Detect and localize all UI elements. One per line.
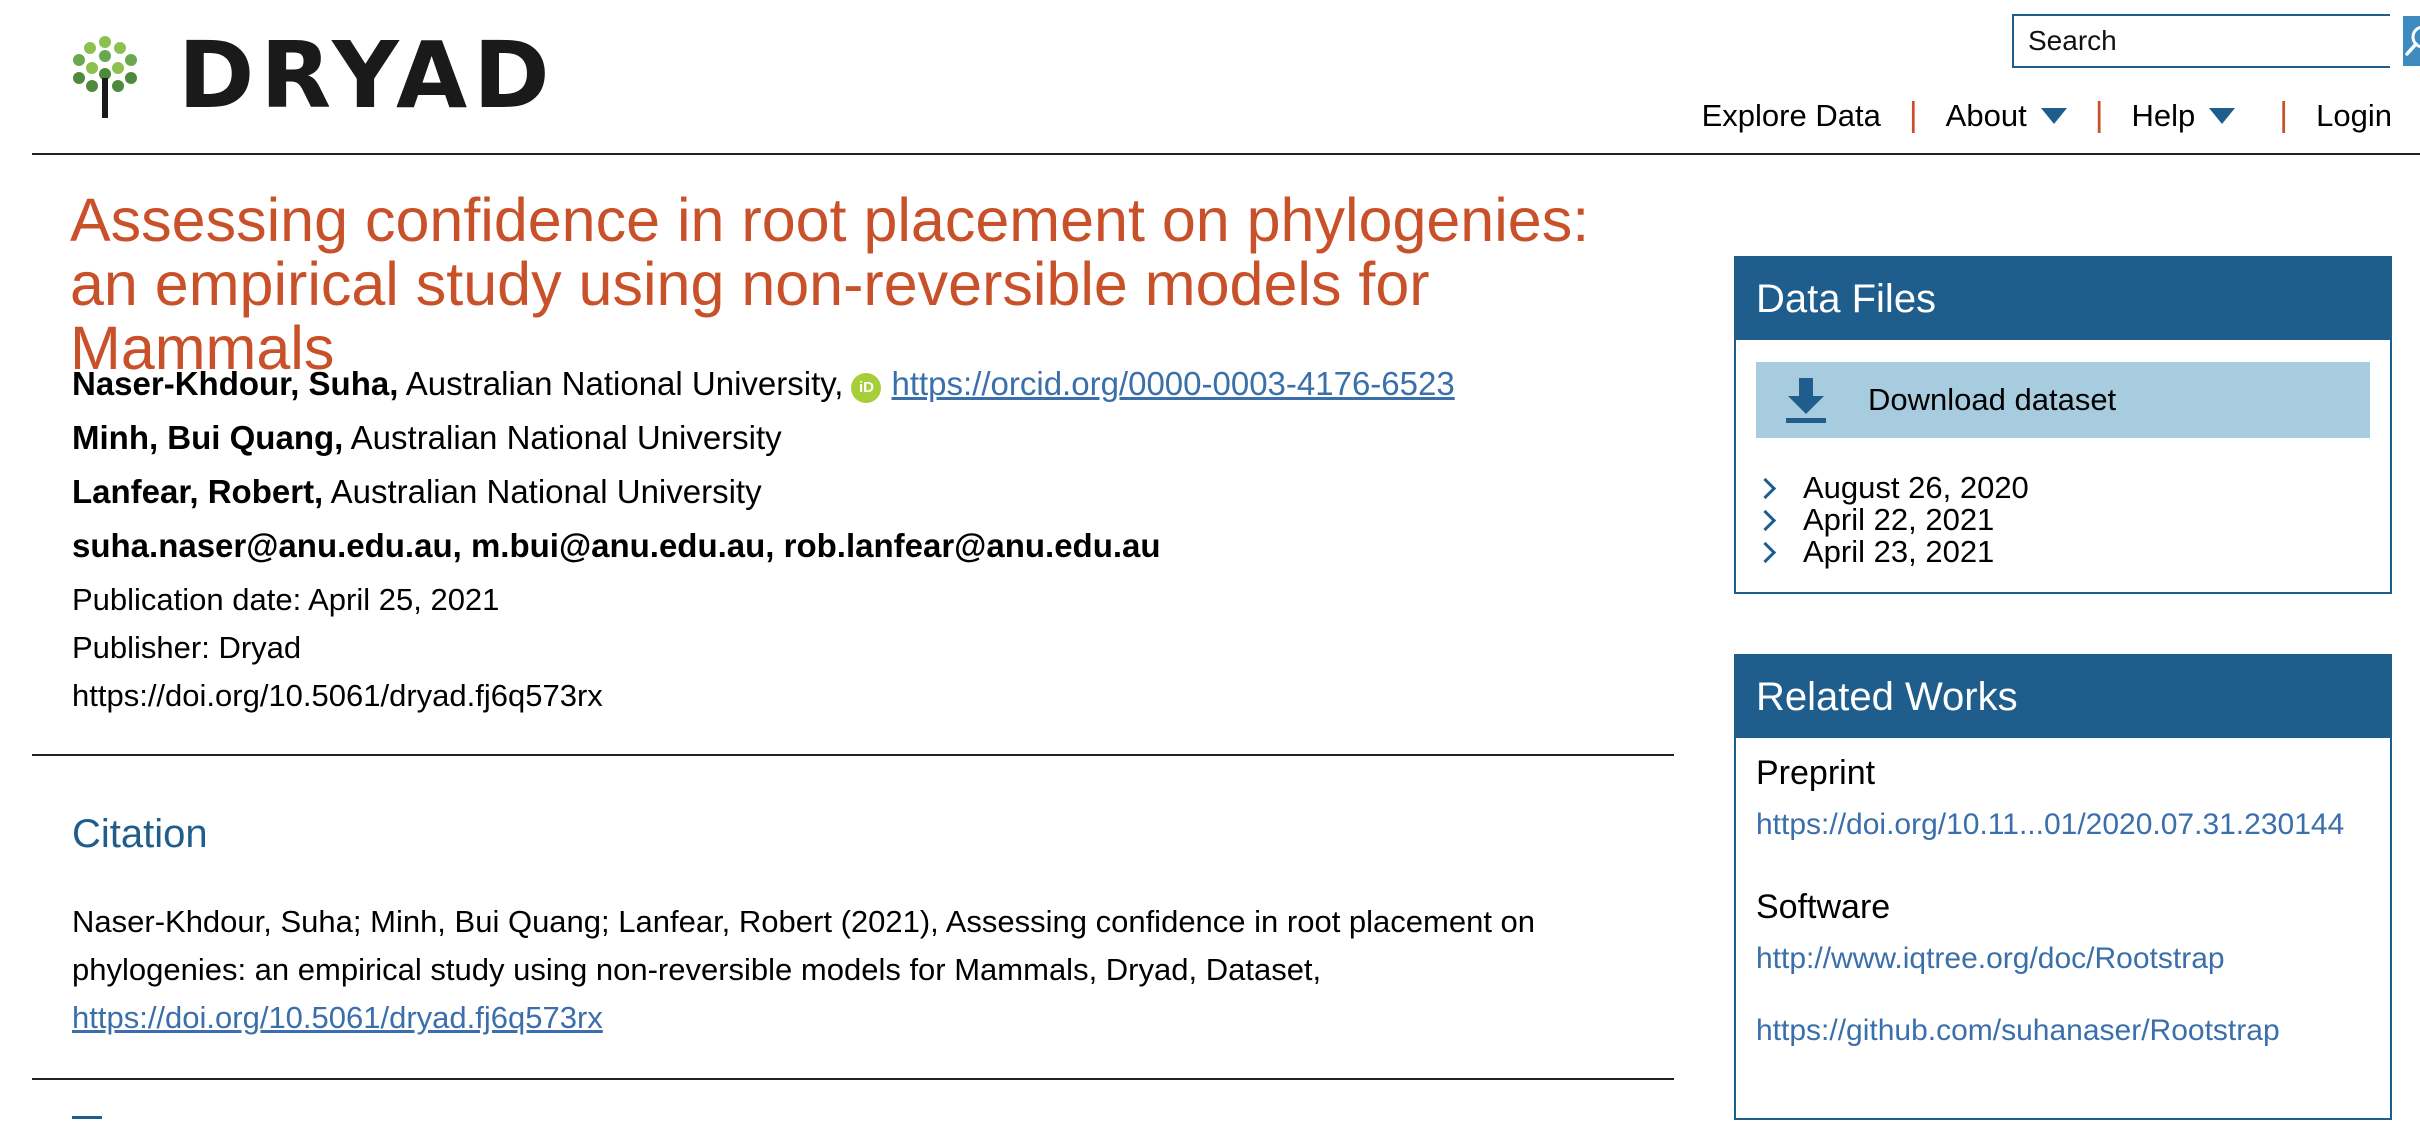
version-date: April 22, 2021 [1803, 502, 1995, 537]
nav-about[interactable]: About [1946, 98, 2067, 134]
author-name: Minh, Bui Quang, [72, 419, 344, 456]
author-affiliation: Australian National University [323, 473, 762, 510]
version-item[interactable]: April 22, 2021 [1754, 502, 1995, 537]
logo-wordmark: DRYAD [178, 22, 556, 129]
dataset-title: Assessing confidence in root placement o… [70, 186, 1590, 382]
tree-logo-icon [73, 36, 137, 118]
publication-date: Publication date: April 25, 2021 [72, 582, 500, 617]
chevron-right-icon [1754, 541, 1777, 563]
dryad-logo[interactable]: DRYAD [70, 30, 556, 122]
version-item[interactable]: April 23, 2021 [1754, 534, 1995, 569]
software-label: Software [1756, 888, 1891, 926]
chevron-right-icon [1754, 509, 1777, 531]
section-divider [32, 1078, 1674, 1080]
author-line: Lanfear, Robert, Australian National Uni… [72, 472, 762, 512]
triangle-down-icon [2040, 107, 2067, 124]
nav-help-label: Help [2131, 97, 2196, 133]
author-affiliation: Australian National University, [398, 365, 844, 402]
citation-heading: Citation [72, 812, 208, 856]
citation-text: Naser-Khdour, Suha; Minh, Bui Quang; Lan… [72, 904, 1536, 987]
search-icon [2405, 25, 2420, 56]
author-name: Lanfear, Robert, [72, 473, 324, 510]
nav-explore-data[interactable]: Explore Data [1702, 98, 1881, 134]
header-divider [32, 153, 2420, 155]
search-button[interactable] [2403, 16, 2420, 66]
triangle-down-icon [2209, 107, 2236, 124]
orcid-icon: iD [851, 373, 882, 403]
software-link[interactable]: http://www.iqtree.org/doc/Rootstrap [1756, 942, 2225, 976]
preprint-link[interactable]: https://doi.org/10.11...01/2020.07.31.23… [1756, 808, 2344, 842]
nav-separator: | [1908, 96, 1918, 134]
chevron-right-icon [1754, 477, 1777, 499]
search-input[interactable] [2014, 16, 2403, 66]
version-item[interactable]: August 26, 2020 [1754, 470, 2029, 505]
author-emails: suha.naser@anu.edu.au, m.bui@anu.edu.au,… [72, 527, 1161, 564]
software-link[interactable]: https://github.com/suhanaser/Rootstrap [1756, 1014, 2280, 1048]
download-dataset-label: Download dataset [1868, 382, 2117, 417]
version-date: April 23, 2021 [1803, 534, 1995, 569]
nav-login[interactable]: Login [2316, 98, 2392, 134]
orcid-link[interactable]: https://orcid.org/0000-0003-4176-6523 [891, 365, 1454, 402]
version-date: August 26, 2020 [1803, 470, 2029, 505]
publisher: Publisher: Dryad [72, 630, 302, 665]
nav-separator: | [2279, 96, 2289, 134]
download-dataset-button[interactable]: Download dataset [1756, 362, 2370, 438]
author-line: Minh, Bui Quang, Australian National Uni… [72, 418, 782, 458]
nav-separator: | [2094, 96, 2104, 134]
author-affiliation: Australian National University [343, 419, 782, 456]
related-works-panel: Related Works Preprint https://doi.org/1… [1734, 654, 2392, 1120]
download-icon [1786, 378, 1826, 423]
related-works-heading: Related Works [1736, 656, 2390, 738]
nav-help[interactable]: Help [2132, 98, 2236, 134]
citation-text-block: Naser-Khdour, Suha; Minh, Bui Quang; Lan… [72, 898, 1672, 1042]
nav-about-label: About [1945, 97, 2027, 133]
next-section-heading-clipped [72, 1112, 142, 1125]
section-divider [32, 754, 1674, 756]
dataset-doi: https://doi.org/10.5061/dryad.fj6q573rx [72, 678, 603, 713]
main-nav: Explore Data | About | Help | Login [1702, 96, 2392, 135]
data-files-heading: Data Files [1736, 258, 2390, 340]
search-form [2012, 14, 2420, 68]
author-line: Naser-Khdour, Suha, Australian National … [72, 364, 1455, 404]
preprint-label: Preprint [1756, 754, 1876, 792]
citation-doi-link[interactable]: https://doi.org/10.5061/dryad.fj6q573rx [72, 1000, 603, 1035]
author-name: Naser-Khdour, Suha, [72, 365, 399, 402]
data-files-panel: Data Files Download dataset August 26, 2… [1734, 256, 2392, 594]
